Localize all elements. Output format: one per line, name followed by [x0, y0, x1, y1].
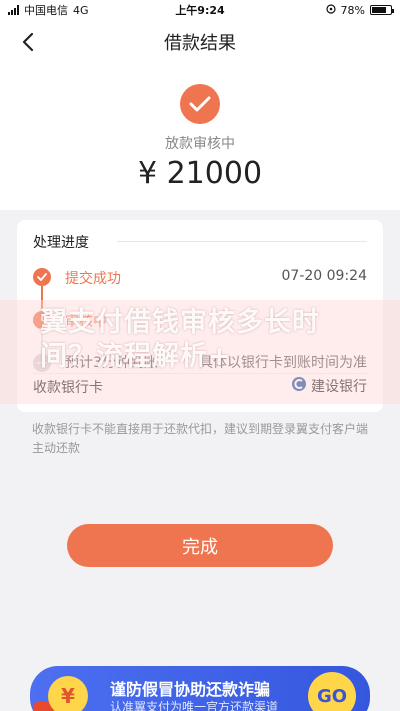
- watermark-text: 翼支付借钱审核多长时间？流程解析+: [40, 307, 320, 372]
- status-right: 78%: [252, 3, 394, 17]
- repayment-note: 收款银行卡不能直接用于还款代扣，建议到期登录翼支付客户端主动还款: [32, 422, 369, 455]
- result-summary: 放款审核中 ¥ 21000: [0, 64, 400, 210]
- signal-icon: [8, 5, 19, 15]
- location-icon: [325, 3, 336, 17]
- anti-fraud-banner[interactable]: ¥ 谨防假冒协助还款诈骗 认准翼支付为唯一官方还款渠道 GO: [30, 666, 370, 711]
- banner-title: 谨防假冒协助还款诈骗: [110, 680, 271, 699]
- battery-percent: 78%: [340, 3, 365, 17]
- carrier-name: 中国电信: [24, 4, 68, 17]
- step-label: 提交成功: [65, 271, 121, 287]
- banner-subtitle: 认准翼支付为唯一官方还款渠道: [110, 700, 279, 711]
- loan-status: 放款审核中: [165, 136, 235, 152]
- nav-bar: 借款结果: [0, 20, 400, 64]
- page-title: 借款结果: [164, 33, 236, 54]
- status-bar: 中国电信 4G 上午9:24 78%: [0, 0, 400, 20]
- progress-title: 处理进度: [33, 235, 89, 251]
- status-left: 中国电信 4G: [8, 2, 148, 18]
- title-divider: [117, 241, 367, 242]
- battery-fill: [372, 7, 387, 13]
- status-time: 上午9:24: [175, 4, 225, 17]
- step-done-icon: [33, 268, 51, 286]
- loan-amount: ¥ 21000: [137, 156, 263, 191]
- coin-icon: ¥: [48, 676, 88, 711]
- done-button[interactable]: 完成: [67, 524, 333, 567]
- step-time: 07-20 09:24: [281, 268, 367, 284]
- check-icon: [180, 84, 220, 124]
- chevron-left-icon[interactable]: [14, 28, 42, 56]
- battery-icon: [370, 5, 394, 15]
- go-button[interactable]: GO: [308, 672, 356, 711]
- network-type: 4G: [73, 3, 89, 17]
